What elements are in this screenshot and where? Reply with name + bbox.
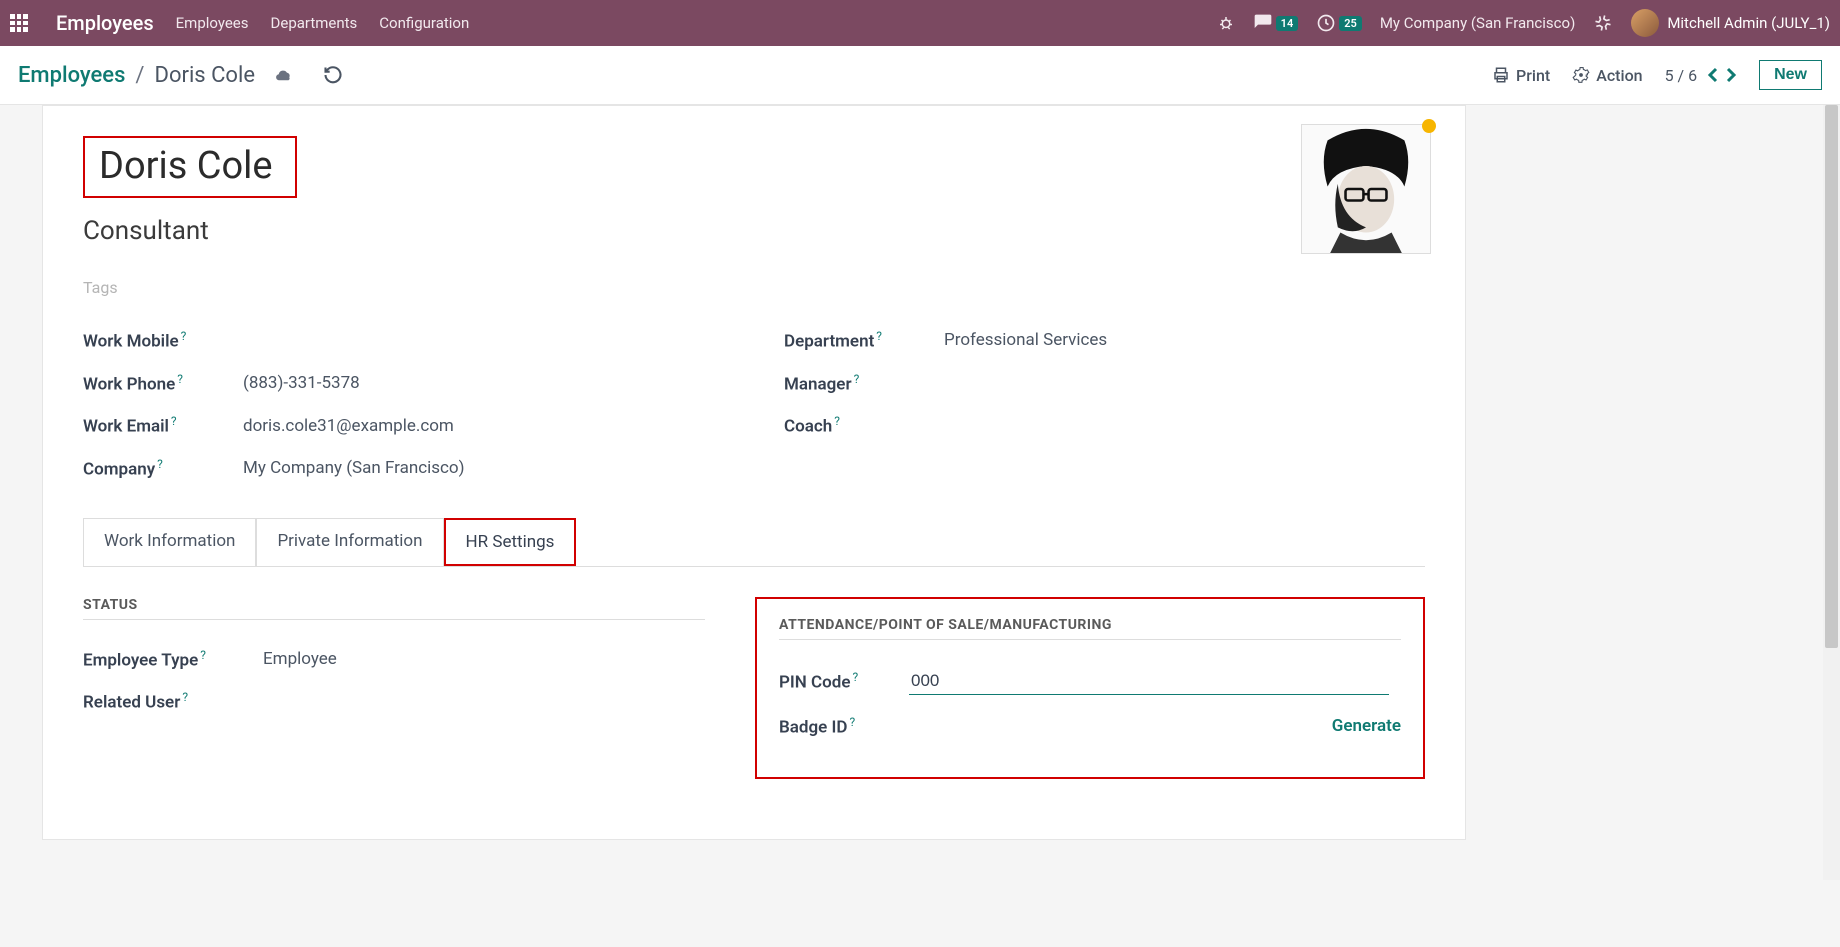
work-mobile-label: Work Mobile?: [83, 329, 243, 352]
new-button[interactable]: New: [1759, 60, 1822, 90]
attendance-section-highlight: ATTENDANCE/POINT OF SALE/MANUFACTURING P…: [755, 597, 1425, 780]
company-label: Company?: [83, 457, 243, 480]
tabs: Work Information Private Information HR …: [83, 518, 1425, 567]
messages-icon[interactable]: 14: [1253, 13, 1299, 33]
help-icon[interactable]: ?: [177, 372, 183, 386]
print-button[interactable]: Print: [1492, 66, 1550, 85]
tab-work-information[interactable]: Work Information: [83, 518, 256, 566]
menu-employees[interactable]: Employees: [176, 14, 249, 32]
tags-placeholder[interactable]: Tags: [83, 278, 1425, 297]
attendance-section-title: ATTENDANCE/POINT OF SALE/MANUFACTURING: [779, 617, 1401, 640]
presence-status-dot: [1422, 119, 1436, 133]
help-icon[interactable]: ?: [853, 670, 859, 684]
employee-photo[interactable]: [1301, 124, 1431, 254]
control-bar: Employees / Doris Cole Print Action 5 / …: [0, 46, 1840, 105]
navbar: Employees Employees Departments Configur…: [0, 0, 1840, 46]
breadcrumb-current: Doris Cole: [155, 63, 255, 88]
related-user-label: Related User?: [83, 690, 263, 713]
department-value[interactable]: Professional Services: [944, 330, 1107, 350]
help-icon[interactable]: ?: [854, 372, 860, 386]
pager-next-icon[interactable]: [1725, 67, 1737, 83]
pager-prev-icon[interactable]: [1707, 67, 1719, 83]
employee-job-title[interactable]: Consultant: [83, 216, 1425, 246]
help-icon[interactable]: ?: [157, 457, 163, 471]
work-email-label: Work Email?: [83, 414, 243, 437]
apps-icon[interactable]: [10, 14, 28, 32]
action-button[interactable]: Action: [1572, 66, 1642, 85]
tab-hr-settings[interactable]: HR Settings: [444, 518, 577, 566]
user-menu[interactable]: Mitchell Admin (JULY_1): [1631, 9, 1830, 37]
pin-code-label: PIN Code?: [779, 670, 909, 693]
status-section-title: STATUS: [83, 597, 705, 620]
messages-badge: 14: [1276, 16, 1299, 31]
manager-label: Manager?: [784, 372, 944, 395]
badge-id-label: Badge ID?: [779, 715, 909, 738]
form-sheet: Doris Cole Consultant Tags Work Mobile? …: [42, 105, 1466, 840]
scrollbar-thumb[interactable]: [1825, 105, 1838, 648]
menu-configuration[interactable]: Configuration: [379, 14, 469, 32]
scrollbar[interactable]: [1823, 105, 1840, 880]
bug-icon[interactable]: [1217, 14, 1235, 32]
activities-badge: 25: [1339, 16, 1362, 31]
help-icon[interactable]: ?: [171, 414, 177, 428]
discard-icon[interactable]: [323, 65, 343, 85]
photo-placeholder: [1302, 125, 1430, 253]
department-label: Department?: [784, 329, 944, 352]
user-name: Mitchell Admin (JULY_1): [1667, 14, 1830, 32]
work-phone-value[interactable]: (883)-331-5378: [243, 373, 360, 393]
help-icon[interactable]: ?: [850, 715, 856, 729]
activities-icon[interactable]: 25: [1316, 13, 1362, 33]
menu-departments[interactable]: Departments: [271, 14, 358, 32]
coach-label: Coach?: [784, 414, 944, 437]
settings-icon[interactable]: [1593, 13, 1613, 33]
company-selector[interactable]: My Company (San Francisco): [1380, 14, 1575, 32]
avatar: [1631, 9, 1659, 37]
breadcrumb-sep: /: [135, 63, 144, 88]
pin-code-input[interactable]: [909, 668, 1389, 695]
help-icon[interactable]: ?: [834, 414, 840, 428]
breadcrumb-root[interactable]: Employees: [18, 63, 125, 88]
company-value[interactable]: My Company (San Francisco): [243, 458, 465, 478]
work-email-value[interactable]: doris.cole31@example.com: [243, 416, 454, 436]
employee-name-highlight: Doris Cole: [83, 136, 297, 198]
pager: 5 / 6: [1665, 66, 1738, 85]
help-icon[interactable]: ?: [181, 329, 187, 343]
cloud-save-icon[interactable]: [273, 66, 295, 84]
generate-button[interactable]: Generate: [1332, 716, 1401, 736]
tab-private-information[interactable]: Private Information: [256, 518, 443, 566]
employee-name[interactable]: Doris Cole: [99, 144, 273, 188]
help-icon[interactable]: ?: [200, 648, 206, 662]
help-icon[interactable]: ?: [876, 329, 882, 343]
breadcrumb: Employees / Doris Cole: [18, 63, 343, 88]
pager-text[interactable]: 5 / 6: [1665, 66, 1698, 85]
app-title[interactable]: Employees: [56, 11, 154, 35]
help-icon[interactable]: ?: [182, 690, 188, 704]
employee-type-label: Employee Type?: [83, 648, 263, 671]
employee-type-value[interactable]: Employee: [263, 649, 337, 669]
work-phone-label: Work Phone?: [83, 372, 243, 395]
